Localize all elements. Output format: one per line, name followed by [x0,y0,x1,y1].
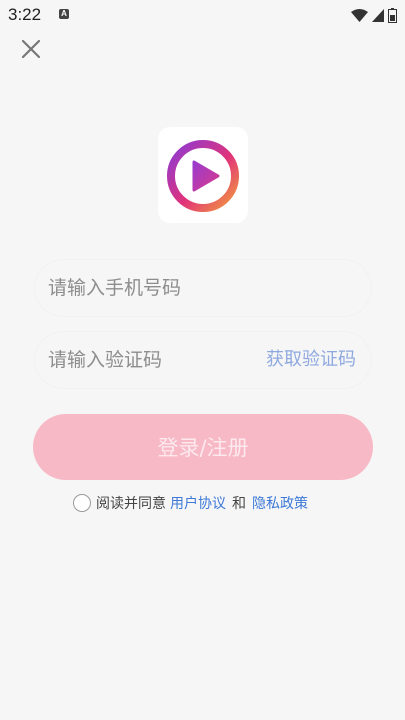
status-time: 3:22 [8,5,42,24]
status-icons [351,6,397,24]
agreement-prefix: 阅读并同意 [96,496,166,512]
agreement-and: 和 [232,496,246,512]
status-bar: 3:22 A [0,0,405,30]
login-register-button[interactable]: 登录/注册 [33,414,373,480]
phone-field [34,259,372,317]
login-screen: 3:22 A 请输入手机号码 请输入验证码 获取验证码 登录/注册 阅读并同意 … [0,0,405,720]
signal-icon [372,8,384,22]
get-code-button[interactable]: 获取验证码 [266,331,356,389]
user-agreement-link[interactable]: 用户协议 [170,493,226,513]
agree-checkbox[interactable] [73,494,91,512]
app-logo [158,127,248,223]
a-icon: A [59,9,69,19]
code-input[interactable] [48,331,248,389]
close-icon [21,39,41,59]
verification-field: 获取验证码 [34,331,372,389]
agreement-row: 阅读并同意 用户协议 和 隐私政策 [73,492,308,514]
privacy-policy-link[interactable]: 隐私政策 [252,493,308,513]
close-button[interactable] [18,36,44,62]
wifi-icon [351,8,368,22]
play-logo-icon [167,140,239,212]
battery-icon [388,7,397,23]
phone-input[interactable] [48,259,358,317]
